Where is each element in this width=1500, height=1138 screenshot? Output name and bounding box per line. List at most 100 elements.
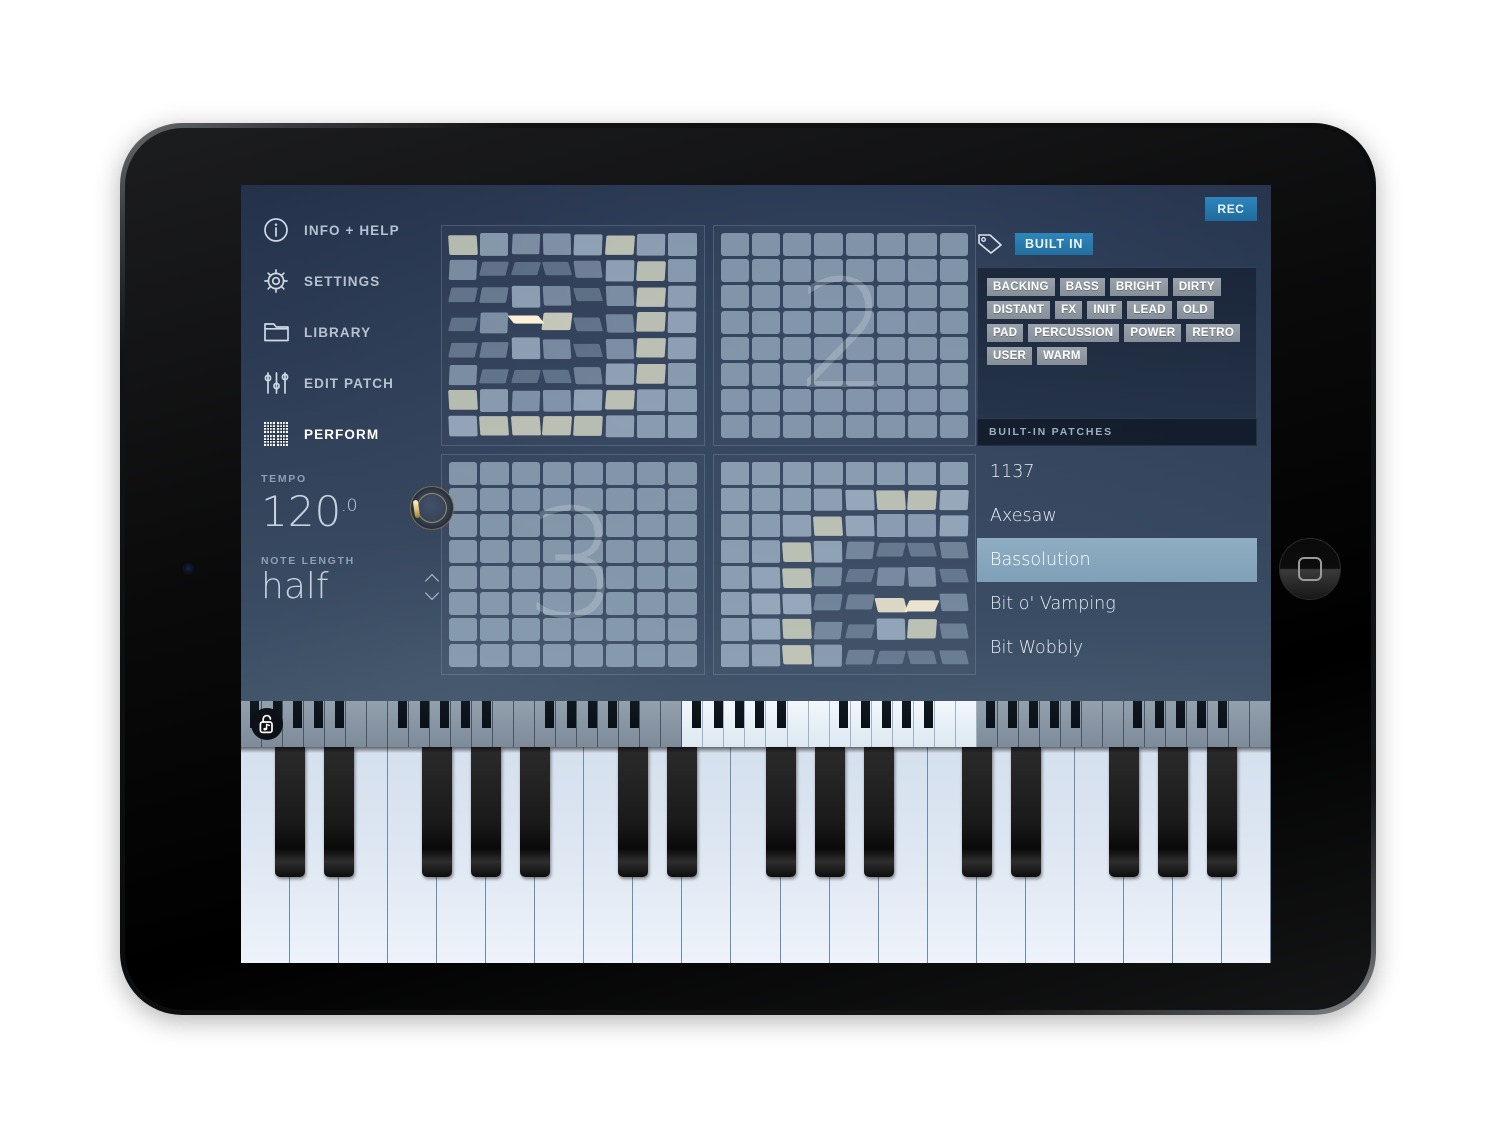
- mini-black-key[interactable]: [923, 701, 933, 728]
- mini-black-key[interactable]: [838, 701, 848, 728]
- mini-black-key[interactable]: [482, 701, 492, 728]
- tag-chip[interactable]: PERCUSSION: [1028, 324, 1120, 342]
- sidebar-item-perform[interactable]: PERFORM: [261, 417, 461, 451]
- sidebar-item-edit-patch[interactable]: EDIT PATCH: [261, 366, 461, 400]
- mini-black-key[interactable]: [1028, 701, 1038, 728]
- mini-black-key[interactable]: [1133, 701, 1143, 728]
- chevron-down-icon[interactable]: [425, 589, 440, 598]
- mini-black-key[interactable]: [1008, 701, 1018, 728]
- tag-chip[interactable]: DISTANT: [987, 301, 1051, 319]
- mini-black-key[interactable]: [734, 701, 744, 728]
- mini-black-key[interactable]: [1196, 701, 1206, 728]
- performance-pad-2[interactable]: 2: [712, 225, 976, 446]
- mini-white-key[interactable]: [1102, 701, 1124, 747]
- mini-black-key[interactable]: [986, 701, 996, 728]
- mini-black-key[interactable]: [1176, 701, 1186, 728]
- mini-white-key[interactable]: [955, 701, 977, 747]
- mini-black-key[interactable]: [714, 701, 724, 728]
- mini-keyboard-keys[interactable]: [241, 701, 1271, 747]
- keyboard-range-overview[interactable]: [241, 701, 1271, 747]
- mini-white-key[interactable]: [640, 701, 662, 747]
- black-key[interactable]: [324, 747, 355, 877]
- tag-chip[interactable]: BACKING: [987, 278, 1055, 296]
- patch-list-item[interactable]: 1137: [977, 450, 1257, 494]
- tag-chip[interactable]: WARM: [1037, 347, 1087, 365]
- black-key[interactable]: [1206, 747, 1237, 877]
- black-key[interactable]: [863, 747, 894, 877]
- mini-black-key[interactable]: [313, 701, 323, 728]
- mini-black-key[interactable]: [1070, 701, 1080, 728]
- performance-pad-3[interactable]: 3: [441, 454, 705, 675]
- black-key[interactable]: [618, 747, 649, 877]
- mini-white-key[interactable]: [661, 701, 683, 747]
- mini-black-key[interactable]: [293, 701, 303, 728]
- tag-chip[interactable]: RETRO: [1186, 324, 1241, 342]
- chevron-up-icon[interactable]: [425, 574, 440, 583]
- mini-keyboard-octave[interactable]: [388, 701, 536, 747]
- mini-black-key[interactable]: [608, 701, 618, 728]
- mini-black-key[interactable]: [861, 701, 871, 728]
- mini-white-key[interactable]: [346, 701, 368, 747]
- black-key[interactable]: [422, 747, 453, 877]
- mini-black-key[interactable]: [1049, 701, 1059, 728]
- black-key[interactable]: [1108, 747, 1139, 877]
- tempo-knob[interactable]: [410, 486, 454, 530]
- tag-chip[interactable]: OLD: [1176, 301, 1214, 319]
- mini-black-key[interactable]: [691, 701, 701, 728]
- mini-keyboard-octave[interactable]: [1123, 701, 1271, 747]
- tag-chip[interactable]: POWER: [1124, 324, 1182, 342]
- mini-black-key[interactable]: [440, 701, 450, 728]
- patch-list-item[interactable]: Bassolution: [977, 538, 1257, 582]
- mini-black-key[interactable]: [544, 701, 554, 728]
- mini-black-key[interactable]: [335, 701, 345, 728]
- keyboard-lock-button[interactable]: [251, 708, 283, 740]
- black-key[interactable]: [520, 747, 551, 877]
- tag-chip[interactable]: USER: [987, 347, 1033, 365]
- mini-keyboard-octave[interactable]: [535, 701, 683, 747]
- mini-white-key[interactable]: [493, 701, 515, 747]
- mini-black-key[interactable]: [1218, 701, 1228, 728]
- tag-chip[interactable]: BRIGHT: [1109, 278, 1168, 296]
- patch-list-item[interactable]: Bit o' Vamping: [977, 582, 1257, 626]
- mini-black-key[interactable]: [587, 701, 597, 728]
- mini-black-key[interactable]: [397, 701, 407, 728]
- performance-pad-4[interactable]: [712, 454, 976, 675]
- tag-chip[interactable]: BASS: [1059, 278, 1105, 296]
- tag-chip[interactable]: DIRTY: [1172, 278, 1221, 296]
- mini-black-key[interactable]: [629, 701, 639, 728]
- tag-chip[interactable]: LEAD: [1127, 301, 1172, 319]
- source-chip-built-in[interactable]: BUILT IN: [1015, 233, 1094, 255]
- black-key[interactable]: [275, 747, 306, 877]
- mini-white-key[interactable]: [787, 701, 809, 747]
- record-button[interactable]: REC: [1205, 197, 1257, 221]
- black-key[interactable]: [667, 747, 698, 877]
- black-key[interactable]: [961, 747, 992, 877]
- tag-chip[interactable]: FX: [1055, 301, 1083, 319]
- mini-black-key[interactable]: [902, 701, 912, 728]
- patch-list-item[interactable]: Bit Wobbly: [977, 626, 1257, 670]
- mini-black-key[interactable]: [1155, 701, 1165, 728]
- note-length-stepper[interactable]: [425, 574, 440, 598]
- black-key[interactable]: [814, 747, 845, 877]
- mini-black-key[interactable]: [776, 701, 786, 728]
- black-key[interactable]: [471, 747, 502, 877]
- mini-white-key[interactable]: [1249, 701, 1271, 747]
- tempo-value[interactable]: 120.0: [261, 491, 357, 533]
- piano-keyboard[interactable]: [241, 747, 1271, 963]
- home-button[interactable]: [1279, 538, 1341, 600]
- mini-black-key[interactable]: [755, 701, 765, 728]
- black-key[interactable]: [1157, 747, 1188, 877]
- black-key[interactable]: [765, 747, 796, 877]
- mini-keyboard-octave[interactable]: [682, 701, 830, 747]
- tag-chip[interactable]: INIT: [1087, 301, 1123, 319]
- mini-white-key[interactable]: [367, 701, 389, 747]
- sidebar-item-library[interactable]: LIBRARY: [261, 315, 461, 349]
- mini-white-key[interactable]: [934, 701, 956, 747]
- black-key[interactable]: [1010, 747, 1041, 877]
- tag-chip[interactable]: PAD: [987, 324, 1024, 342]
- sidebar-item-info-help[interactable]: INFO + HELP: [261, 213, 461, 247]
- mini-keyboard-octave[interactable]: [829, 701, 977, 747]
- note-length-value[interactable]: half: [261, 568, 329, 606]
- sidebar-item-settings[interactable]: SETTINGS: [261, 264, 461, 298]
- mini-keyboard-octave[interactable]: [976, 701, 1124, 747]
